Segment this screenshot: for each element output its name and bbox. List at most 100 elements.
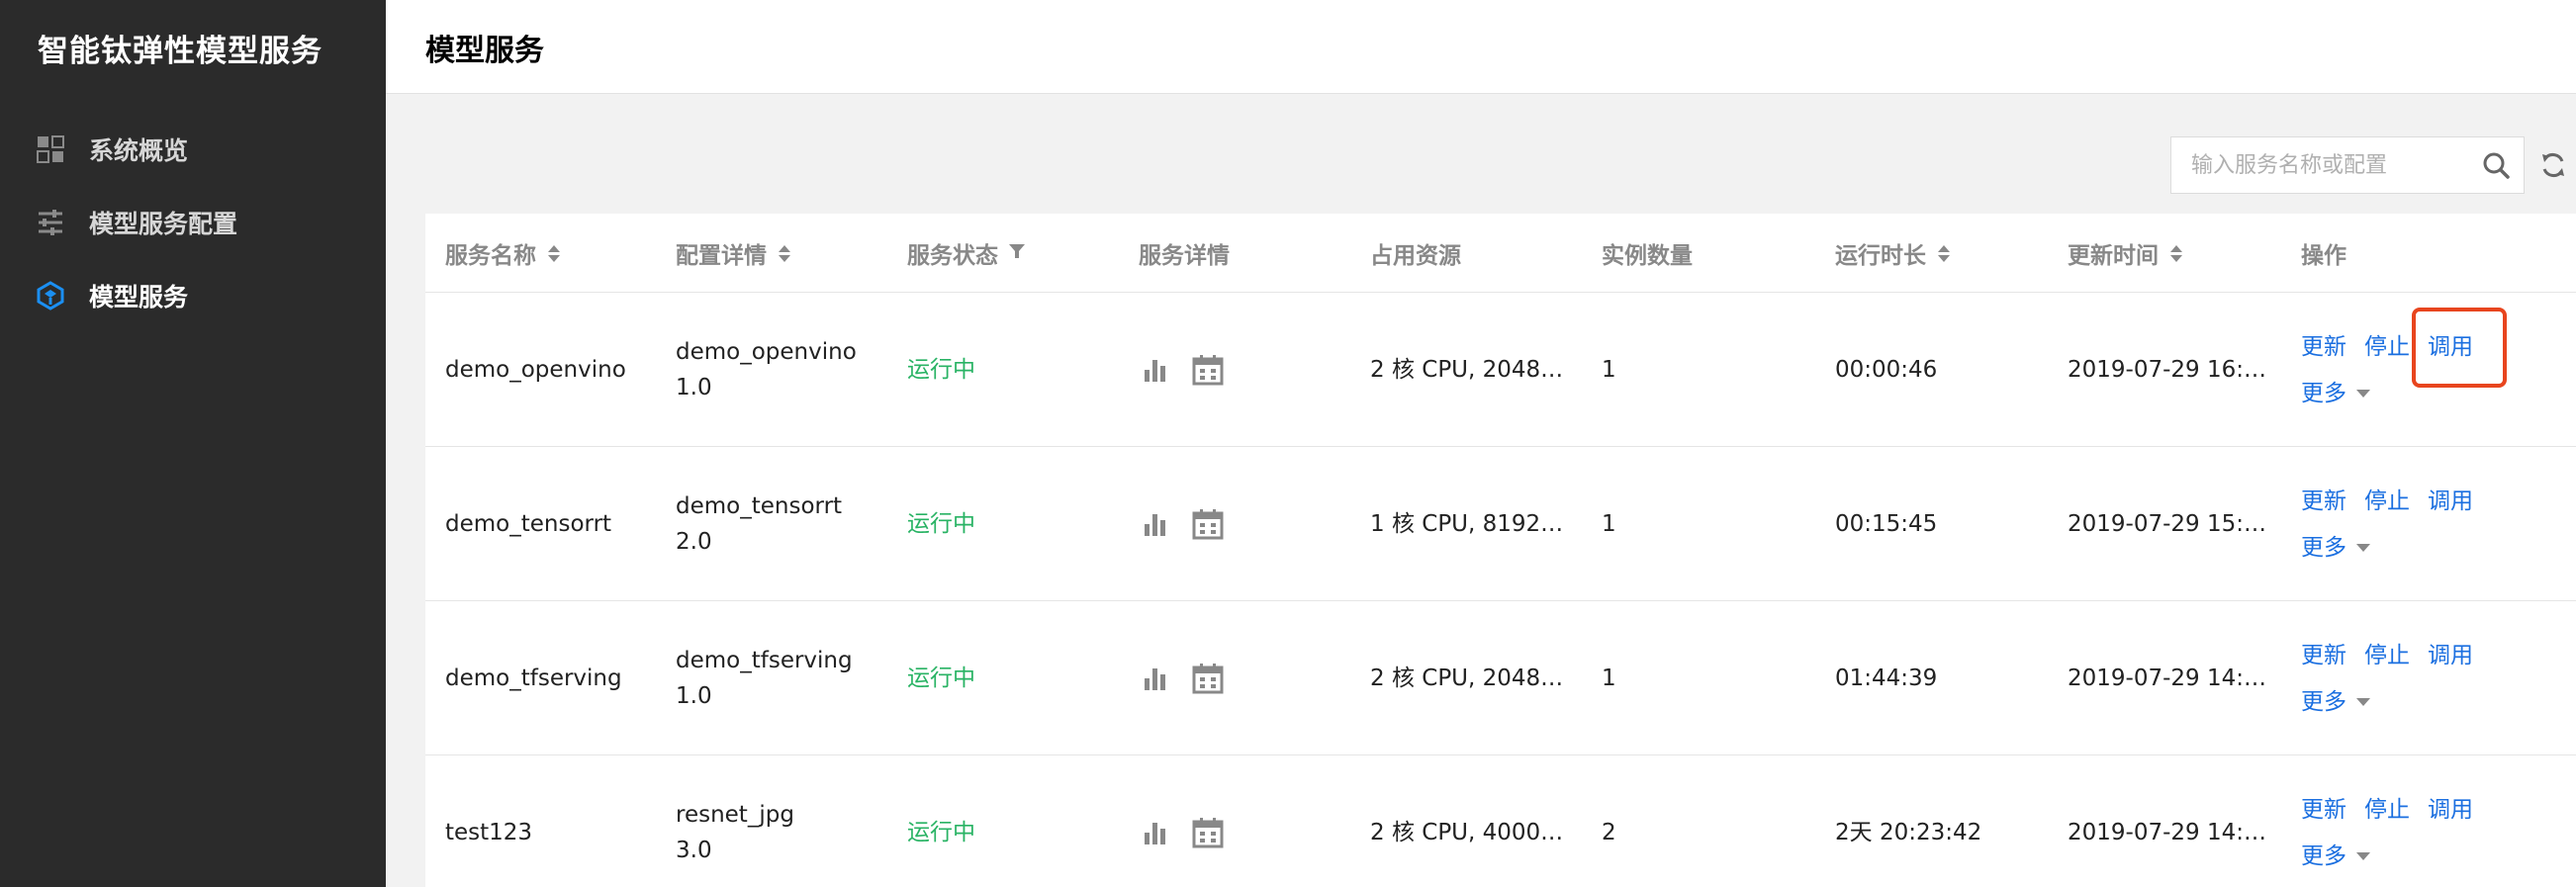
search-box xyxy=(2170,136,2525,194)
updated-time: 2019-07-29 15:… xyxy=(2068,511,2266,537)
sort-icon[interactable] xyxy=(1938,244,1950,262)
more-dropdown[interactable]: 更多 xyxy=(2301,684,2370,720)
search-icon[interactable] xyxy=(2468,137,2524,193)
refresh-icon[interactable] xyxy=(2534,146,2572,184)
service-name: demo_tensorrt xyxy=(445,511,612,537)
column-header-config: 配置详情 xyxy=(676,214,790,293)
table-row: test123 resnet_jpg 3.0 运行中 2 核 CPU, 4000… xyxy=(425,755,2576,887)
invoke-link[interactable]: 调用 xyxy=(2428,638,2473,673)
instance-count: 1 xyxy=(1602,357,1616,383)
page-title: 模型服务 xyxy=(425,34,544,68)
instance-count: 1 xyxy=(1602,511,1616,537)
resource-usage: 2 核 CPU, 4000… xyxy=(1370,820,1564,845)
more-dropdown[interactable]: 更多 xyxy=(2301,530,2370,566)
bar-chart-icon[interactable] xyxy=(1139,508,1170,540)
caret-down-icon xyxy=(2356,697,2370,706)
instance-count: 2 xyxy=(1602,820,1616,845)
table-row: demo_tfserving demo_tfserving 1.0 运行中 2 … xyxy=(425,601,2576,755)
column-header-actions: 操作 xyxy=(2301,243,2346,269)
stop-link[interactable]: 停止 xyxy=(2364,484,2410,519)
caret-down-icon xyxy=(2356,851,2370,860)
bar-chart-icon[interactable] xyxy=(1139,663,1170,694)
config-details: demo_tfserving 1.0 xyxy=(676,601,853,755)
instance-count: 1 xyxy=(1602,665,1616,691)
update-link[interactable]: 更新 xyxy=(2301,792,2346,828)
update-link[interactable]: 更新 xyxy=(2301,329,2346,365)
service-detail-icons xyxy=(1139,755,1224,887)
service-detail-icons xyxy=(1139,601,1224,755)
sidebar-item-label: 模型服务配置 xyxy=(89,210,238,238)
config-version: 3.0 xyxy=(676,838,712,863)
sliders-icon xyxy=(36,208,65,237)
column-header-instances: 实例数量 xyxy=(1602,243,1693,269)
sidebar-item-label: 模型服务 xyxy=(89,283,189,311)
service-name: demo_openvino xyxy=(445,357,626,383)
more-dropdown[interactable]: 更多 xyxy=(2301,839,2370,874)
column-header-updated: 更新时间 xyxy=(2068,214,2182,293)
service-name: test123 xyxy=(445,820,533,845)
sidebar-item-model-service[interactable]: 模型服务 xyxy=(0,259,386,332)
config-name: resnet_jpg xyxy=(676,802,794,828)
sidebar-item-model-config[interactable]: 模型服务配置 xyxy=(0,186,386,259)
resource-usage: 2 核 CPU, 2048… xyxy=(1370,357,1564,383)
table-header: 服务名称 配置详情 服务状态 服务详情 占用资源 实例数量 运行时长 更新时间 … xyxy=(425,214,2576,293)
row-actions: 更新 停止 调用 更多 xyxy=(2301,447,2473,601)
config-version: 1.0 xyxy=(676,683,712,709)
status-text: 运行中 xyxy=(907,820,975,845)
sidebar-item-label: 系统概览 xyxy=(89,136,189,165)
caret-down-icon xyxy=(2356,389,2370,398)
calendar-icon[interactable] xyxy=(1192,663,1224,694)
resource-usage: 1 核 CPU, 8192… xyxy=(1370,511,1564,537)
bar-chart-icon[interactable] xyxy=(1139,817,1170,848)
update-link[interactable]: 更新 xyxy=(2301,484,2346,519)
filter-icon[interactable] xyxy=(1008,240,1026,266)
sort-icon[interactable] xyxy=(2170,244,2182,262)
column-header-name: 服务名称 xyxy=(445,214,560,293)
invoke-link[interactable]: 调用 xyxy=(2428,792,2473,828)
bar-chart-icon[interactable] xyxy=(1139,354,1170,386)
sort-icon[interactable] xyxy=(779,244,790,262)
stop-link[interactable]: 停止 xyxy=(2364,638,2410,673)
updated-time: 2019-07-29 16:… xyxy=(2068,357,2266,383)
service-detail-icons xyxy=(1139,447,1224,601)
uptime: 2天 20:23:42 xyxy=(1835,820,1982,845)
config-name: demo_tensorrt xyxy=(676,493,843,519)
sort-icon[interactable] xyxy=(548,244,560,262)
config-name: demo_openvino xyxy=(676,339,857,365)
status-text: 运行中 xyxy=(907,511,975,537)
uptime: 00:00:46 xyxy=(1835,357,1938,383)
header: 模型服务 xyxy=(386,0,2576,94)
model-service-icon xyxy=(36,281,65,310)
invoke-link[interactable]: 调用 xyxy=(2428,329,2473,365)
stop-link[interactable]: 停止 xyxy=(2364,329,2410,365)
more-dropdown[interactable]: 更多 xyxy=(2301,376,2370,411)
status-text: 运行中 xyxy=(907,357,975,383)
config-version: 1.0 xyxy=(676,375,712,400)
search-input[interactable] xyxy=(2171,137,2468,193)
service-detail-icons xyxy=(1139,293,1224,447)
calendar-icon[interactable] xyxy=(1192,817,1224,848)
calendar-icon[interactable] xyxy=(1192,508,1224,540)
updated-time: 2019-07-29 14:… xyxy=(2068,665,2266,691)
calendar-icon[interactable] xyxy=(1192,354,1224,386)
status-text: 运行中 xyxy=(907,665,975,691)
sidebar: 智能钛弹性模型服务 系统概览 模型服务配置 模型服务 xyxy=(0,0,386,887)
column-header-resources: 占用资源 xyxy=(1370,243,1461,269)
invoke-link[interactable]: 调用 xyxy=(2428,484,2473,519)
config-details: demo_openvino 1.0 xyxy=(676,293,857,447)
stop-link[interactable]: 停止 xyxy=(2364,792,2410,828)
updated-time: 2019-07-29 14:… xyxy=(2068,820,2266,845)
row-actions: 更新 停止 调用 更多 xyxy=(2301,293,2473,447)
config-name: demo_tfserving xyxy=(676,648,853,673)
table-row: demo_openvino demo_openvino 1.0 运行中 2 核 … xyxy=(425,293,2576,447)
app-title: 智能钛弹性模型服务 xyxy=(38,34,322,69)
config-version: 2.0 xyxy=(676,529,712,555)
resource-usage: 2 核 CPU, 2048… xyxy=(1370,665,1564,691)
caret-down-icon xyxy=(2356,543,2370,552)
sidebar-item-overview[interactable]: 系统概览 xyxy=(0,113,386,186)
row-actions: 更新 停止 调用 更多 xyxy=(2301,755,2473,887)
dashboard-grid-icon xyxy=(36,134,65,164)
table-row: demo_tensorrt demo_tensorrt 2.0 运行中 1 核 … xyxy=(425,447,2576,601)
row-actions: 更新 停止 调用 更多 xyxy=(2301,601,2473,755)
update-link[interactable]: 更新 xyxy=(2301,638,2346,673)
